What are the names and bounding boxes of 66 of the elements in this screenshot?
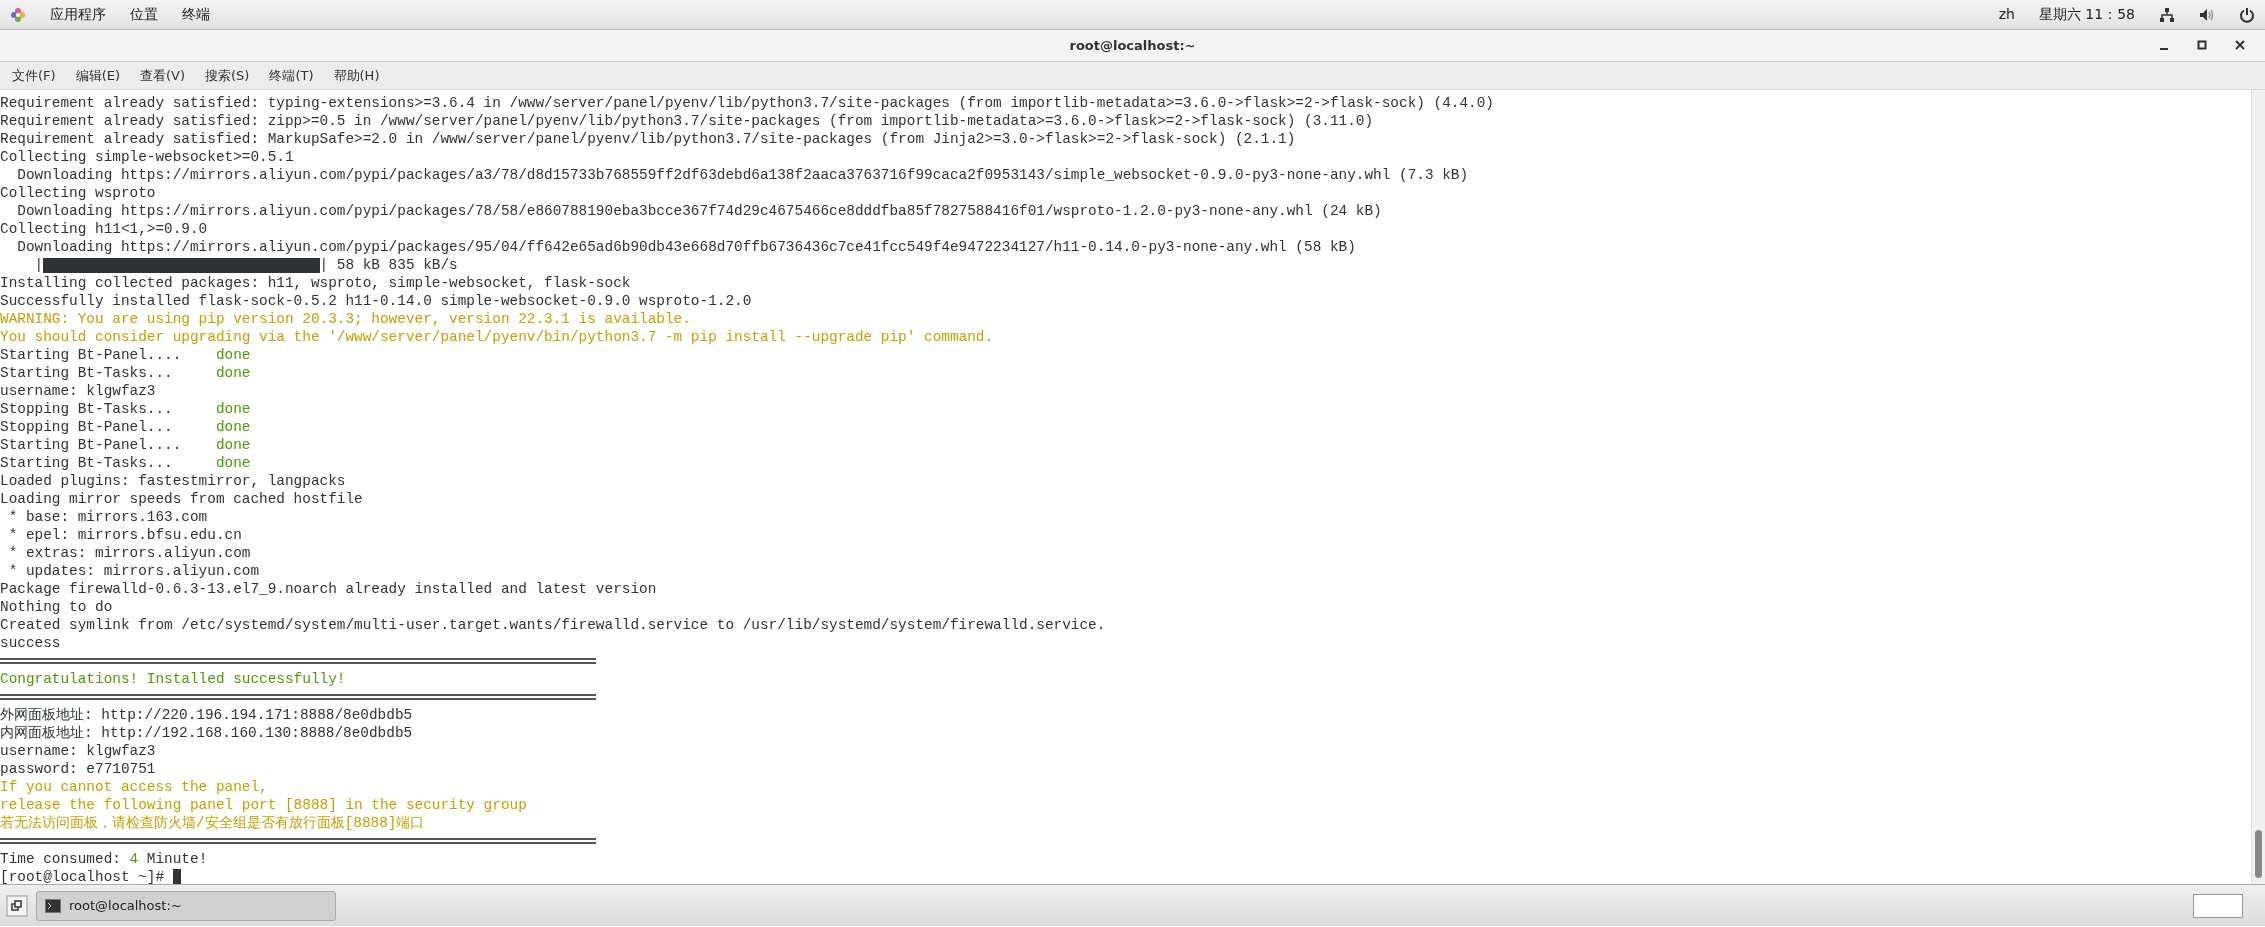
- terminal-line: success: [0, 634, 61, 652]
- show-desktop-icon[interactable]: [6, 894, 28, 917]
- terminal-line: Package firewalld-0.6.3-13.el7_9.noarch already installed and latest version: [0, 580, 657, 598]
- terminal-line: Time consumed: 4 Minute!: [0, 850, 208, 868]
- terminal-line: * base: mirrors.163.com: [7, 508, 208, 526]
- text-cursor: [172, 869, 182, 884]
- terminal-line: Collecting wsproto: [0, 184, 156, 202]
- terminal-line: Starting Bt-Tasks... done: [0, 364, 251, 382]
- terminal-line: Stopping Bt-Panel... done: [0, 418, 251, 436]
- terminal-icon: [45, 898, 61, 913]
- workspace-indicator[interactable]: [2193, 893, 2243, 918]
- menu-item[interactable]: 帮助(H): [327, 65, 386, 86]
- input-method-indicator[interactable]: zh: [1998, 4, 2015, 25]
- terminal-line: Collecting h11<1,>=0.9.0: [0, 220, 208, 238]
- menu-item[interactable]: 查看(V): [134, 65, 192, 86]
- menu-item[interactable]: 终端(T): [263, 65, 320, 86]
- top-menu-item[interactable]: 应用程序: [50, 4, 106, 25]
- terminal-line: * updates: mirrors.aliyun.com: [7, 562, 260, 580]
- terminal-line: 若无法访问面板，请检查防火墙/安全组是否有放行面板[8888]端口: [0, 814, 425, 832]
- close-icon[interactable]: [2233, 38, 2247, 52]
- terminal-line: 内网面板地址: http://192.168.160.130:8888/8e0dbdb5: [0, 724, 413, 742]
- terminal-line: Successfully installed flask-sock-0.5.2 h11-0.14.0 simple-websocket-0.9.0 wsproto-1.2.0: [0, 292, 752, 310]
- terminal-line: Requirement already satisfied: typing-extensions>=3.6.4 in /www/server/panel/pyenv/lib/python3.7/site-packages (from importlib-metadata>=3.6.0->flask>=2->flask-sock) (4.4.0): [0, 94, 1494, 112]
- top-menu-item[interactable]: 终端: [182, 4, 210, 25]
- terminal-line: Nothing to do: [0, 598, 113, 616]
- terminal-line: Requirement already satisfied: zipp>=0.5 in /www/server/panel/pyenv/lib/python3.7/site-packages (from importlib-metadata>=3.6.0->flask>=2->flask-sock) (3.11.0): [0, 112, 1374, 130]
- terminal-line: username: klgwfaz3: [0, 742, 156, 760]
- terminal-line: Congratulations! Installed successfully!: [0, 670, 346, 688]
- terminal-line: release the following panel port [8888] in the security group: [0, 796, 527, 814]
- scrollbar[interactable]: [2251, 90, 2265, 884]
- terminal-line: Installing collected packages: h11, wsproto, simple-websocket, flask-sock: [0, 274, 631, 292]
- progress-edge: |: [33, 256, 44, 274]
- terminal-line: Downloading https://mirrors.aliyun.com/pypi/packages/a3/78/d8d15733b768559ff2df63debd6a138f2aaca3763716f99caca2f0953143/simple_websocket-0.9.0-py3-none-any.whl (7.3 kB): [16, 166, 1469, 184]
- terminal-line: If you cannot access the panel,: [0, 778, 268, 796]
- top-menu-item[interactable]: 位置: [130, 4, 158, 25]
- terminal-line: Starting Bt-Panel.... done: [0, 436, 251, 454]
- terminal-line: You should consider upgrading via the '/www/server/panel/pyenv/bin/python3.7 -m pip install --upgrade pip' command.: [0, 328, 994, 346]
- terminal-line: * epel: mirrors.bfsu.edu.cn: [7, 526, 242, 544]
- menu-item[interactable]: 搜索(S): [199, 65, 256, 86]
- clock[interactable]: 星期六 11：58: [2038, 4, 2135, 25]
- terminal-line: Downloading https://mirrors.aliyun.com/pypi/packages/95/04/ff642e65ad6b90db43e668d70ffb6736436c7ce41fcc549f4e9472234127/h11-0.14.0-py3-none-any.whl (58 kB): [16, 238, 1356, 256]
- terminal-line: Created symlink from /etc/systemd/system/multi-user.target.wants/firewalld.service to /usr/lib/systemd/system/firewalld.service.: [0, 616, 1106, 634]
- network-icon[interactable]: [2159, 6, 2175, 23]
- maximize-icon[interactable]: [2195, 38, 2209, 52]
- menu-item[interactable]: 编辑(E): [69, 65, 126, 86]
- terminal-line: 外网面板地址: http://220.196.194.171:8888/8e0dbdb5: [0, 706, 413, 724]
- scrollbar-thumb[interactable]: [2255, 830, 2262, 878]
- app-menu-icon[interactable]: [10, 6, 26, 23]
- terminal-line: username: klgwfaz3: [0, 382, 156, 400]
- terminal-line: WARNING: You are using pip version 20.3.3; however, version 22.3.1 is available.: [0, 310, 691, 328]
- terminal-line: Starting Bt-Panel.... done: [0, 346, 251, 364]
- terminal-line: Requirement already satisfied: MarkupSafe>=2.0 in /www/server/panel/pyenv/lib/python3.7/site-packages (from Jinja2>=3.0->flask>=2->flask-sock) (2.1.1): [0, 130, 1296, 148]
- shell-prompt: [root@localhost ~]#: [0, 868, 166, 884]
- terminal-line: Starting Bt-Tasks... done: [0, 454, 251, 472]
- menu-item[interactable]: 文件(F): [6, 65, 62, 86]
- terminal-line: Downloading https://mirrors.aliyun.com/pypi/packages/78/58/e860788190eba3bcce367f74d29c4675466ce8dddfba85f7827588416f01/wsproto-1.2.0-py3-none-any.whl (24 kB): [16, 202, 1382, 220]
- terminal-line: Collecting simple-websocket>=0.5.1: [0, 148, 294, 166]
- terminal-line: password: e7710751: [0, 760, 156, 778]
- terminal-line: Loading mirror speeds from cached hostfile: [0, 490, 363, 508]
- power-icon[interactable]: [2239, 6, 2255, 23]
- terminal-line: Stopping Bt-Tasks... done: [0, 400, 251, 418]
- progress-reading: | 58 kB 835 kB/s: [319, 256, 458, 274]
- terminal-line: Loaded plugins: fastestmirror, langpacks: [0, 472, 346, 490]
- taskbar-button[interactable]: root@localhost:~: [36, 890, 336, 921]
- terminal-line: * extras: mirrors.aliyun.com: [7, 544, 251, 562]
- window-title: root@localhost:~: [1069, 36, 1196, 55]
